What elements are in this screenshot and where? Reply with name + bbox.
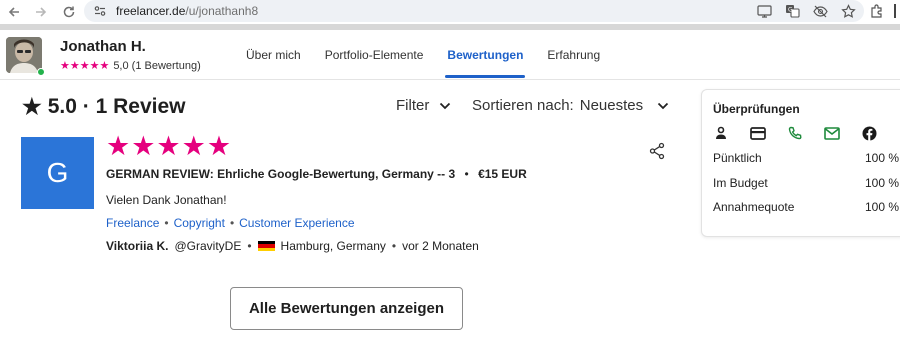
avatar[interactable] xyxy=(6,37,42,73)
profile-header: Jonathan H. ★★★★★ 5,0 (1 Bewertung) Über… xyxy=(0,30,900,80)
email-icon xyxy=(824,125,840,141)
reload-icon[interactable] xyxy=(60,3,78,21)
extensions-icon[interactable] xyxy=(868,3,884,19)
chevron-down-icon xyxy=(657,102,669,110)
site-info-icon[interactable] xyxy=(92,3,108,19)
tag-separator: • xyxy=(229,216,235,230)
rating-text: 5,0 (1 Bewertung) xyxy=(113,59,201,72)
author-handle[interactable]: @GravityDE xyxy=(174,239,241,253)
forward-icon[interactable] xyxy=(32,3,50,21)
url-host: freelancer.de xyxy=(116,4,186,18)
verify-label: Pünktlich xyxy=(713,151,762,165)
address-bar[interactable]: freelancer.de/u/jonathanh8 G xyxy=(84,0,864,22)
facebook-icon xyxy=(861,125,877,141)
verification-icons xyxy=(713,125,877,141)
verify-row-im-budget: Im Budget 100 % xyxy=(713,176,899,190)
review-text: Vielen Dank Jonathan! xyxy=(106,193,227,207)
filter-dropdown[interactable]: Filter xyxy=(396,97,451,114)
verify-row-annahmequote: Annahmequote 100 % xyxy=(713,200,899,214)
author-location: Hamburg, Germany xyxy=(280,239,386,253)
project-title-text: GERMAN REVIEW: Ehrliche Google-Bewertung… xyxy=(106,167,456,181)
reviews-summary: 5.0 · 1 Review xyxy=(47,95,186,118)
tag-link[interactable]: Freelance xyxy=(106,216,159,230)
author-separator: • xyxy=(391,239,397,253)
verifications-title: Überprüfungen xyxy=(713,102,800,116)
sort-dropdown[interactable]: Sortieren nach: Neuestes xyxy=(472,97,669,114)
tag-link[interactable]: Customer Experience xyxy=(239,216,354,230)
title-separator: • xyxy=(464,167,469,181)
review-stars: ★★★★★ xyxy=(106,131,233,161)
svg-text:G: G xyxy=(788,7,793,14)
cast-icon[interactable] xyxy=(756,3,772,19)
person-icon xyxy=(713,125,729,141)
online-status-indicator xyxy=(37,68,45,76)
tab-portfolio[interactable]: Portfolio-Elemente xyxy=(313,30,436,80)
filter-label: Filter xyxy=(396,97,430,114)
review-time: vor 2 Monaten xyxy=(402,239,479,253)
review-tags: Freelance • Copyright • Customer Experie… xyxy=(106,216,355,230)
verify-label: Annahmequote xyxy=(713,200,795,214)
bookmark-star-icon[interactable] xyxy=(840,3,856,19)
verify-row-puenktlich: Pünktlich 100 % xyxy=(713,151,899,165)
translate-icon[interactable]: G xyxy=(784,3,800,19)
tab-ueber-mich[interactable]: Über mich xyxy=(234,30,313,80)
share-icon[interactable] xyxy=(648,142,666,160)
verify-value: 100 % xyxy=(864,151,899,165)
tab-bewertungen[interactable]: Bewertungen xyxy=(435,30,535,80)
phone-icon xyxy=(787,125,803,141)
rating-stars: ★★★★★ xyxy=(60,60,110,72)
url-path: /u/jonathanh8 xyxy=(185,4,259,18)
profile-tabs: Über mich Portfolio-Elemente Bewertungen… xyxy=(234,30,612,80)
browser-toolbar: freelancer.de/u/jonathanh8 G xyxy=(0,0,900,24)
reviewer-project-logo[interactable]: G xyxy=(21,137,94,209)
all-reviews-button[interactable]: Alle Bewertungen anzeigen xyxy=(230,287,463,330)
toolbar-divider xyxy=(894,4,896,18)
author-name[interactable]: Viktoriia K. xyxy=(106,239,168,253)
sort-value: Neuestes xyxy=(579,97,644,114)
verify-value: 100 % xyxy=(864,200,899,214)
url-text[interactable]: freelancer.de/u/jonathanh8 xyxy=(116,4,258,18)
credit-card-icon xyxy=(750,125,766,141)
eye-off-icon[interactable] xyxy=(812,3,828,19)
sort-label: Sortieren nach: xyxy=(472,97,574,114)
back-icon[interactable] xyxy=(5,3,23,21)
profile-name[interactable]: Jonathan H. xyxy=(60,38,146,55)
review-author-line: Viktoriia K. @GravityDE • Hamburg, Germa… xyxy=(106,239,479,253)
profile-rating: ★★★★★ 5,0 (1 Bewertung) xyxy=(60,59,201,73)
verify-value: 100 % xyxy=(864,176,899,190)
tag-separator: • xyxy=(164,216,169,230)
germany-flag-icon xyxy=(257,240,275,252)
review-project-title[interactable]: GERMAN REVIEW: Ehrliche Google-Bewertung… xyxy=(106,167,527,181)
tag-link[interactable]: Copyright xyxy=(174,216,225,230)
project-price: €15 EUR xyxy=(478,167,527,181)
reviews-heading: ★ 5.0 · 1 Review xyxy=(22,94,185,120)
tab-erfahrung[interactable]: Erfahrung xyxy=(535,30,612,80)
author-separator: • xyxy=(247,239,252,253)
chevron-down-icon xyxy=(439,102,451,110)
verifications-card: Überprüfungen Pünktlich 100 % Im Budget … xyxy=(701,89,900,237)
verify-label: Im Budget xyxy=(713,176,768,190)
star-icon: ★ xyxy=(22,94,42,119)
